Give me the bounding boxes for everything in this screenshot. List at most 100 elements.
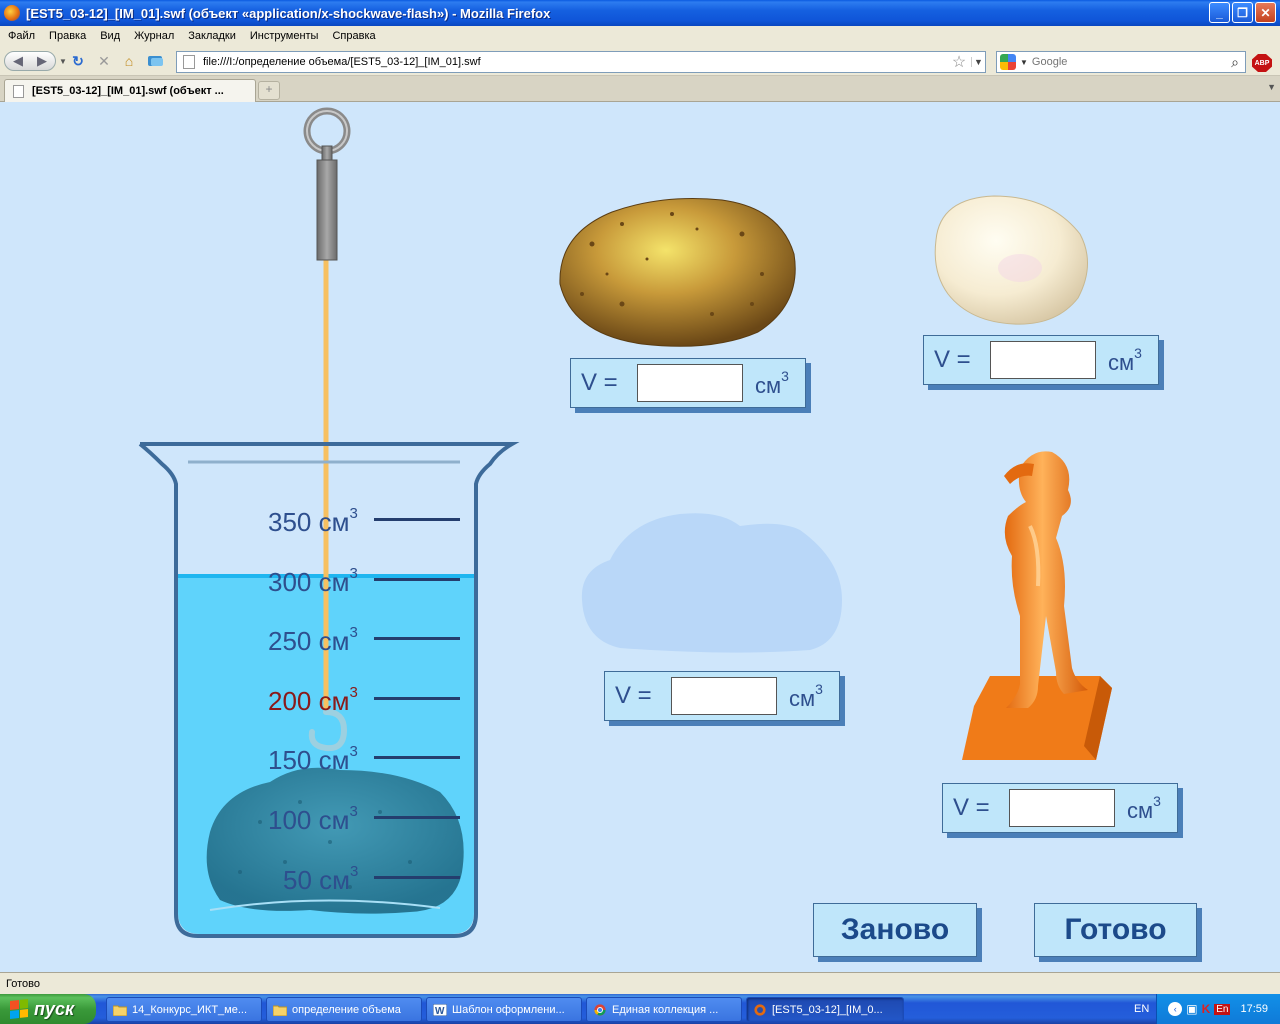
- volume-input-statue[interactable]: [1009, 789, 1115, 827]
- svg-text:W: W: [435, 1006, 445, 1016]
- page-icon: [183, 55, 195, 69]
- graduation-50-mark: [374, 876, 460, 879]
- graduation-250-mark: [374, 637, 460, 640]
- volume-unit: см3: [1127, 792, 1161, 823]
- start-label: пуск: [34, 998, 75, 1019]
- tray-arrow-icon[interactable]: ‹: [1168, 1002, 1183, 1016]
- volume-unit: см3: [789, 680, 823, 711]
- language-indicator[interactable]: EN: [1134, 1003, 1149, 1015]
- antivirus-icon[interactable]: K: [1202, 1002, 1211, 1016]
- graduation-350-mark: [374, 518, 460, 521]
- windows-logo-icon: [10, 999, 28, 1019]
- taskbar-item-folder-ikt[interactable]: 14_Конкурс_ИКТ_ме...: [106, 997, 262, 1022]
- window-controls: _ ❐ ✕: [1209, 2, 1276, 23]
- potato-object[interactable]: [552, 194, 802, 354]
- done-button[interactable]: Готово: [1034, 903, 1197, 957]
- restart-button[interactable]: Заново: [813, 903, 977, 957]
- history-dropdown-icon[interactable]: ▼: [58, 51, 68, 71]
- graduation-100-label: 100 см3: [268, 803, 358, 835]
- volume-input-potato[interactable]: [637, 364, 743, 402]
- menu-tools[interactable]: Инструменты: [244, 30, 327, 42]
- volume-input-stone[interactable]: [671, 677, 777, 715]
- stop-icon[interactable]: ✕: [94, 51, 114, 71]
- graduation-150-label: 150 см3: [268, 743, 358, 775]
- menu-edit[interactable]: Правка: [43, 30, 94, 42]
- firefox-icon: [4, 5, 20, 21]
- url-dropdown-icon[interactable]: ▼: [971, 57, 985, 67]
- tray-language-icon[interactable]: En: [1214, 1003, 1231, 1015]
- volume-input-egg[interactable]: [990, 341, 1096, 379]
- reload-icon[interactable]: ↻: [68, 51, 88, 71]
- search-engine-icon[interactable]: [1000, 54, 1016, 70]
- volume-label: V =: [581, 369, 618, 396]
- graduation-200-label: 200 см3: [268, 684, 358, 716]
- graduation-350-label: 350 см3: [268, 505, 358, 537]
- graduation-300-label: 300 см3: [268, 565, 358, 597]
- clock: 17:59: [1240, 1003, 1268, 1015]
- volume-label: V =: [934, 346, 971, 373]
- volume-unit: см3: [1108, 344, 1142, 375]
- volume-label: V =: [615, 682, 652, 709]
- taskbar-item-firefox-swf[interactable]: [EST5_03-12]_[IM_0...: [746, 997, 904, 1022]
- graduation-200-mark: [374, 697, 460, 700]
- volume-box-egg: V = см3: [923, 335, 1159, 385]
- start-button[interactable]: пуск: [0, 994, 96, 1024]
- back-forward-group: ◀ ▶: [4, 51, 56, 71]
- forward-arrow-icon[interactable]: ▶: [30, 53, 54, 69]
- close-button[interactable]: ✕: [1255, 2, 1276, 23]
- adblock-icon[interactable]: ABP: [1252, 54, 1272, 72]
- volume-unit: см3: [755, 367, 789, 398]
- search-box[interactable]: ▼ ⌕: [996, 51, 1246, 73]
- menu-bar: Файл Правка Вид Журнал Закладки Инструме…: [0, 26, 1280, 46]
- network-icon[interactable]: ▣: [1186, 1002, 1197, 1016]
- back-arrow-icon[interactable]: ◀: [6, 53, 30, 69]
- bookmark-star-icon[interactable]: ☆: [947, 52, 971, 72]
- firefox-icon: [754, 1003, 766, 1016]
- chrome-icon: [594, 1003, 606, 1016]
- window-title: [EST5_03-12]_[IM_01].swf (объект «applic…: [26, 5, 551, 21]
- toolbar-extension-icon[interactable]: [145, 51, 167, 71]
- menu-history[interactable]: Журнал: [128, 30, 182, 42]
- url-text[interactable]: file:///I:/определение объема/[EST5_03-1…: [203, 56, 947, 68]
- taskbar-item-chrome-collection[interactable]: Единая коллекция ...: [586, 997, 742, 1022]
- volume-box-stone: V = см3: [604, 671, 840, 721]
- egg-object[interactable]: [930, 194, 1092, 328]
- status-text: Готово: [6, 977, 40, 990]
- new-tab-button[interactable]: +: [258, 81, 280, 100]
- menu-view[interactable]: Вид: [94, 30, 128, 42]
- search-input[interactable]: [1031, 56, 1225, 68]
- volume-label: V =: [953, 794, 990, 821]
- graduation-50-label: 50 см3: [283, 863, 359, 895]
- maximize-button[interactable]: ❐: [1232, 2, 1253, 23]
- menu-file[interactable]: Файл: [2, 30, 43, 42]
- graduation-300-mark: [374, 578, 460, 581]
- taskbar-item-folder-volume[interactable]: определение объема: [266, 997, 422, 1022]
- search-engine-dropdown-icon[interactable]: ▼: [1020, 58, 1028, 67]
- tab-label: [EST5_03-12]_[IM_01].swf (объект ...: [32, 85, 224, 97]
- volume-box-statue: V = см3: [942, 783, 1178, 833]
- word-icon: W: [433, 1003, 447, 1016]
- system-tray: ‹ ▣ K En 17:59: [1156, 994, 1280, 1024]
- menu-bookmarks[interactable]: Закладки: [182, 30, 244, 42]
- home-icon[interactable]: ⌂: [119, 51, 139, 71]
- graduation-150-mark: [374, 756, 460, 759]
- tab-page-icon: [13, 84, 24, 98]
- navigation-toolbar: ◀ ▶ ▼ ↻ ✕ ⌂ file:///I:/определение объем…: [0, 46, 1280, 76]
- folder-icon: [273, 1005, 287, 1016]
- tab-list-icon[interactable]: ▼: [1267, 82, 1276, 92]
- status-bar: Готово: [0, 972, 1280, 994]
- graduation-100-mark: [374, 816, 460, 819]
- statue-object[interactable]: [960, 446, 1116, 762]
- search-icon[interactable]: ⌕: [1225, 54, 1245, 71]
- graduation-250-label: 250 см3: [268, 624, 358, 656]
- title-bar: [EST5_03-12]_[IM_01].swf (объект «applic…: [0, 0, 1280, 26]
- taskbar-item-word-template[interactable]: W Шаблон оформлени...: [426, 997, 582, 1022]
- empty-object-slot[interactable]: [580, 510, 844, 656]
- folder-icon: [113, 1005, 127, 1016]
- minimize-button[interactable]: _: [1209, 2, 1230, 23]
- address-bar[interactable]: file:///I:/определение объема/[EST5_03-1…: [176, 51, 986, 73]
- tab-current[interactable]: [EST5_03-12]_[IM_01].swf (объект ...: [4, 79, 256, 102]
- volume-box-potato: V = см3: [570, 358, 806, 408]
- tab-bar: [EST5_03-12]_[IM_01].swf (объект ... + ▼: [0, 76, 1280, 102]
- menu-help[interactable]: Справка: [326, 30, 383, 42]
